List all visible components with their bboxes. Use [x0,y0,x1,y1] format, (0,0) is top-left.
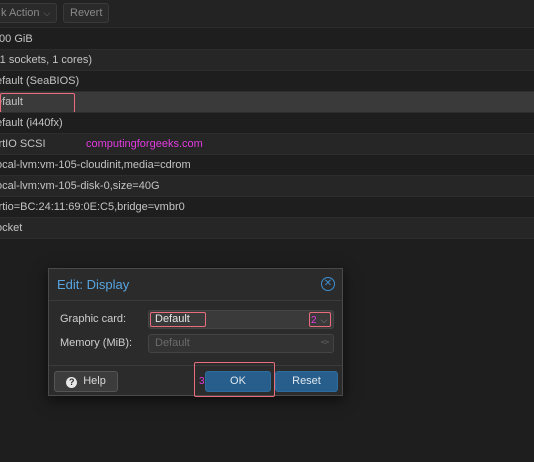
dropdown-trigger[interactable]: 2 ⌵ [309,312,331,327]
revert-button[interactable]: Revert [63,3,110,23]
list-item[interactable]: efault (SeaBIOS) [0,71,534,92]
list-item[interactable]: ocal-lvm:vm-105-cloudinit,media=cdrom [0,155,534,176]
annotation-step-number: 2 [311,315,317,326]
row-value: (1 sockets, 1 cores) [0,54,92,66]
ok-button[interactable]: OK [205,371,271,392]
chevron-down-icon: ⌵ [320,315,328,325]
list-item[interactable]: .00 GiB [0,29,534,50]
close-icon[interactable]: ✕ [321,277,335,291]
row-value: .00 GiB [0,33,33,45]
dialog-footer: ? Help 3 OK Reset [49,362,342,397]
list-item[interactable]: irtIO SCSI computingforgeeks.com [0,134,534,155]
annotation-step-number: 3 [199,376,205,387]
disk-action-label: k Action [1,7,40,19]
chevron-down-icon: ⌵ [43,8,51,18]
row-value: efault (SeaBIOS) [0,75,80,87]
annotation-highlight-box [150,312,206,327]
list-item[interactable]: ocal-lvm:vm-105-disk-0,size=40G [0,176,534,197]
memory-field: Default ︿ ﹀ [148,334,334,353]
hardware-list: .00 GiB (1 sockets, 1 cores) efault (Sea… [0,29,534,239]
graphic-card-label: Graphic card: [60,313,127,325]
list-item[interactable]: (1 sockets, 1 cores) [0,50,534,71]
list-item[interactable]: irtio=BC:24:11:69:0E:C5,bridge=vmbr0 [0,197,534,218]
row-value: ocket [0,222,23,234]
row-value: ocal-lvm:vm-105-cloudinit,media=cdrom [0,159,191,171]
reset-button[interactable]: Reset [275,371,338,392]
dialog-title: Edit: Display [57,277,130,292]
row-value: ocal-lvm:vm-105-disk-0,size=40G [0,180,160,192]
memory-placeholder: Default [155,337,190,349]
graphic-card-select[interactable]: Default 2 ⌵ [148,310,334,329]
help-button[interactable]: ? Help [54,371,118,392]
list-item[interactable]: ocket [0,218,534,239]
hardware-toolbar: k Action ⌵ Revert [0,0,534,28]
disk-action-button[interactable]: k Action ⌵ [0,3,58,23]
watermark-text: computingforgeeks.com [86,138,203,150]
list-item[interactable]: efault (i440fx) [0,113,534,134]
edit-display-dialog: Edit: Display ✕ Graphic card: Default 2 … [48,268,343,397]
memory-label: Memory (MiB): [60,337,133,349]
question-icon: ? [66,377,78,388]
spinner-icon: ︿ ﹀ [321,335,329,350]
dialog-header: Edit: Display ✕ [49,269,342,301]
list-item-display-selected[interactable]: efault [0,92,534,113]
row-value: irtio=BC:24:11:69:0E:C5,bridge=vmbr0 [0,201,185,213]
row-value: efault (i440fx) [0,117,63,129]
annotation-highlight-box [0,93,75,112]
row-value: irtIO SCSI [0,138,46,150]
help-label: Help [83,375,106,387]
